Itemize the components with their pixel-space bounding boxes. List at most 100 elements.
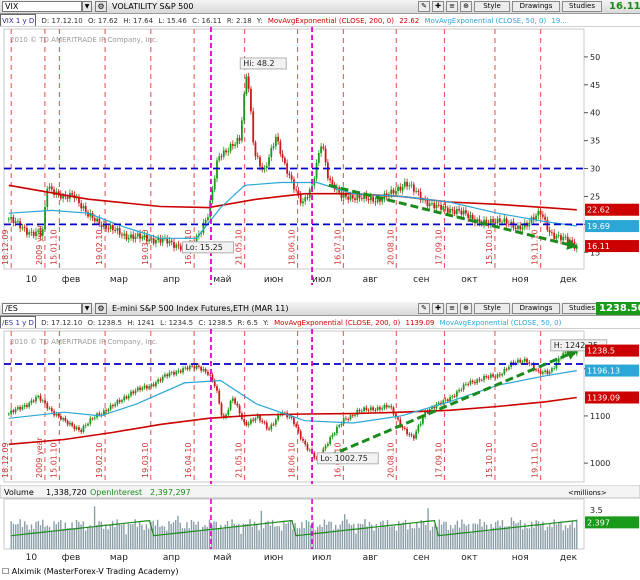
studies-button[interactable]: Studies xyxy=(562,1,602,12)
zoom-icon[interactable]: ⊕ xyxy=(460,1,472,12)
settings-gear-icon[interactable]: ⚙ xyxy=(95,1,107,12)
volume-bar xyxy=(127,523,130,549)
symbol-dropdown-icon[interactable]: ▼ xyxy=(82,1,92,12)
date-label: 21.05.10 xyxy=(235,442,244,478)
volume-bar xyxy=(564,525,567,549)
volume-bar xyxy=(12,523,15,549)
date-label: 18.06.10 xyxy=(288,229,297,265)
candle-body xyxy=(207,217,209,220)
style-button[interactable]: Style xyxy=(474,1,510,12)
crosshair-icon[interactable]: ✚ xyxy=(432,1,444,12)
volume-bar xyxy=(422,521,425,549)
candle-body xyxy=(220,403,223,416)
volume-bar xyxy=(571,520,573,549)
ma200-study-label[interactable]: MovAvgExponential (CLOSE, 200, 0) xyxy=(268,17,394,25)
candle-body xyxy=(19,407,22,410)
candle-body xyxy=(535,215,537,220)
candle-body xyxy=(293,179,295,190)
volume-bar xyxy=(98,521,100,549)
candle-body xyxy=(118,228,121,235)
copyright-text: 2010 © TD AMERITRADE IP Company, Inc. xyxy=(10,338,158,346)
candle-body xyxy=(157,379,160,383)
volume-bar xyxy=(48,526,51,549)
symbol-input[interactable]: VIX xyxy=(2,1,82,12)
pencil-icon[interactable]: ✎ xyxy=(418,1,430,12)
candle-body xyxy=(324,445,327,449)
candle-body xyxy=(26,227,28,235)
candle-body xyxy=(383,405,386,409)
zoom-icon[interactable]: ⊕ xyxy=(460,303,472,314)
symbol-input[interactable]: /ES xyxy=(2,303,82,314)
candle-body xyxy=(458,208,461,211)
checkbox-icon[interactable]: ☐ xyxy=(2,567,9,576)
date-value: D: 17.12.10 xyxy=(41,17,83,25)
y-tick-label: 30 xyxy=(590,165,600,174)
month-label: май xyxy=(213,275,231,285)
candle-body xyxy=(340,423,343,426)
candle-body xyxy=(313,452,316,459)
drawings-button[interactable]: Drawings xyxy=(512,303,560,314)
candle-body xyxy=(268,157,270,166)
open-interest-value: 2,397,297 xyxy=(150,488,191,497)
volume-bar xyxy=(96,525,98,549)
candle-body xyxy=(546,370,549,374)
timeframe-label[interactable]: /ES 1 y D xyxy=(0,316,36,328)
ma200-study-label[interactable]: MovAvgExponential (CLOSE, 200, 0) xyxy=(274,319,400,327)
candle-body xyxy=(358,409,361,412)
es-price-chart[interactable]: 2010 © TD AMERITRADE IP Company, Inc. 18.… xyxy=(0,329,640,484)
date-label: 19.11.10 xyxy=(531,442,540,478)
volume-bar xyxy=(472,523,474,549)
candle-body xyxy=(415,431,418,439)
candle-body xyxy=(26,404,28,407)
volume-bar xyxy=(285,523,287,549)
pencil-icon[interactable]: ✎ xyxy=(418,303,430,314)
lines-icon[interactable]: ≡ xyxy=(446,1,458,12)
candle-body xyxy=(544,370,547,373)
volume-bar xyxy=(321,527,323,549)
vix-price-chart[interactable]: 2010 © TD AMERITRADE IP Company, Inc. 18.… xyxy=(0,27,640,285)
studies-line-panel2: /ES 1 y D D: 17.12.10 O: 1238.5 H: 1241 … xyxy=(0,316,640,329)
candle-body xyxy=(16,221,19,223)
volume-bar xyxy=(416,521,418,549)
candle-body xyxy=(173,372,175,375)
candle-body xyxy=(23,227,26,229)
candle-body xyxy=(406,181,408,187)
volume-chart[interactable]: Volume 1,338,720 OpenInterest 2,397,297 <mil… xyxy=(0,485,640,563)
candle-body xyxy=(114,404,117,407)
volume-bar xyxy=(107,529,109,549)
candle-body xyxy=(46,403,49,409)
candle-body xyxy=(116,228,119,231)
candle-body xyxy=(496,374,499,378)
timeframe-label[interactable]: VIX 1 y D xyxy=(0,14,37,26)
crosshair-icon[interactable]: ✚ xyxy=(432,303,444,314)
candle-body xyxy=(53,189,55,196)
lines-icon[interactable]: ≡ xyxy=(446,303,458,314)
watermark-text: Alximik (MasterForex-V Trading Academy) xyxy=(11,567,179,576)
drawings-button[interactable]: Drawings xyxy=(512,1,560,12)
candle-body xyxy=(91,418,94,420)
candle-body xyxy=(320,146,322,154)
candle-body xyxy=(14,409,17,413)
candle-body xyxy=(403,181,406,187)
candle-body xyxy=(256,156,259,158)
candle-body xyxy=(21,406,24,410)
volume-bar xyxy=(179,522,181,549)
style-button[interactable]: Style xyxy=(474,303,510,314)
ma50-study-label[interactable]: MovAvgExponential (CLOSE, 50, 0) xyxy=(440,319,562,327)
date-label: 17.09.10 xyxy=(434,229,443,265)
candle-body xyxy=(331,180,334,185)
candle-body xyxy=(139,387,141,390)
candle-body xyxy=(37,230,40,232)
volume-bar xyxy=(147,528,150,549)
volume-bar xyxy=(528,528,531,549)
volume-plot-area[interactable] xyxy=(3,498,585,550)
candle-body xyxy=(550,232,553,234)
volume-bar xyxy=(501,520,504,549)
volume-bar xyxy=(350,525,353,549)
ma50-study-label[interactable]: MovAvgExponential (CLOSE, 50, 0) xyxy=(425,17,547,25)
copyright-text: 2010 © TD AMERITRADE IP Company, Inc. xyxy=(10,36,158,44)
symbol-dropdown-icon[interactable]: ▼ xyxy=(82,303,92,314)
candle-body xyxy=(329,178,332,181)
settings-gear-icon[interactable]: ⚙ xyxy=(95,303,107,314)
candle-body xyxy=(449,397,451,402)
